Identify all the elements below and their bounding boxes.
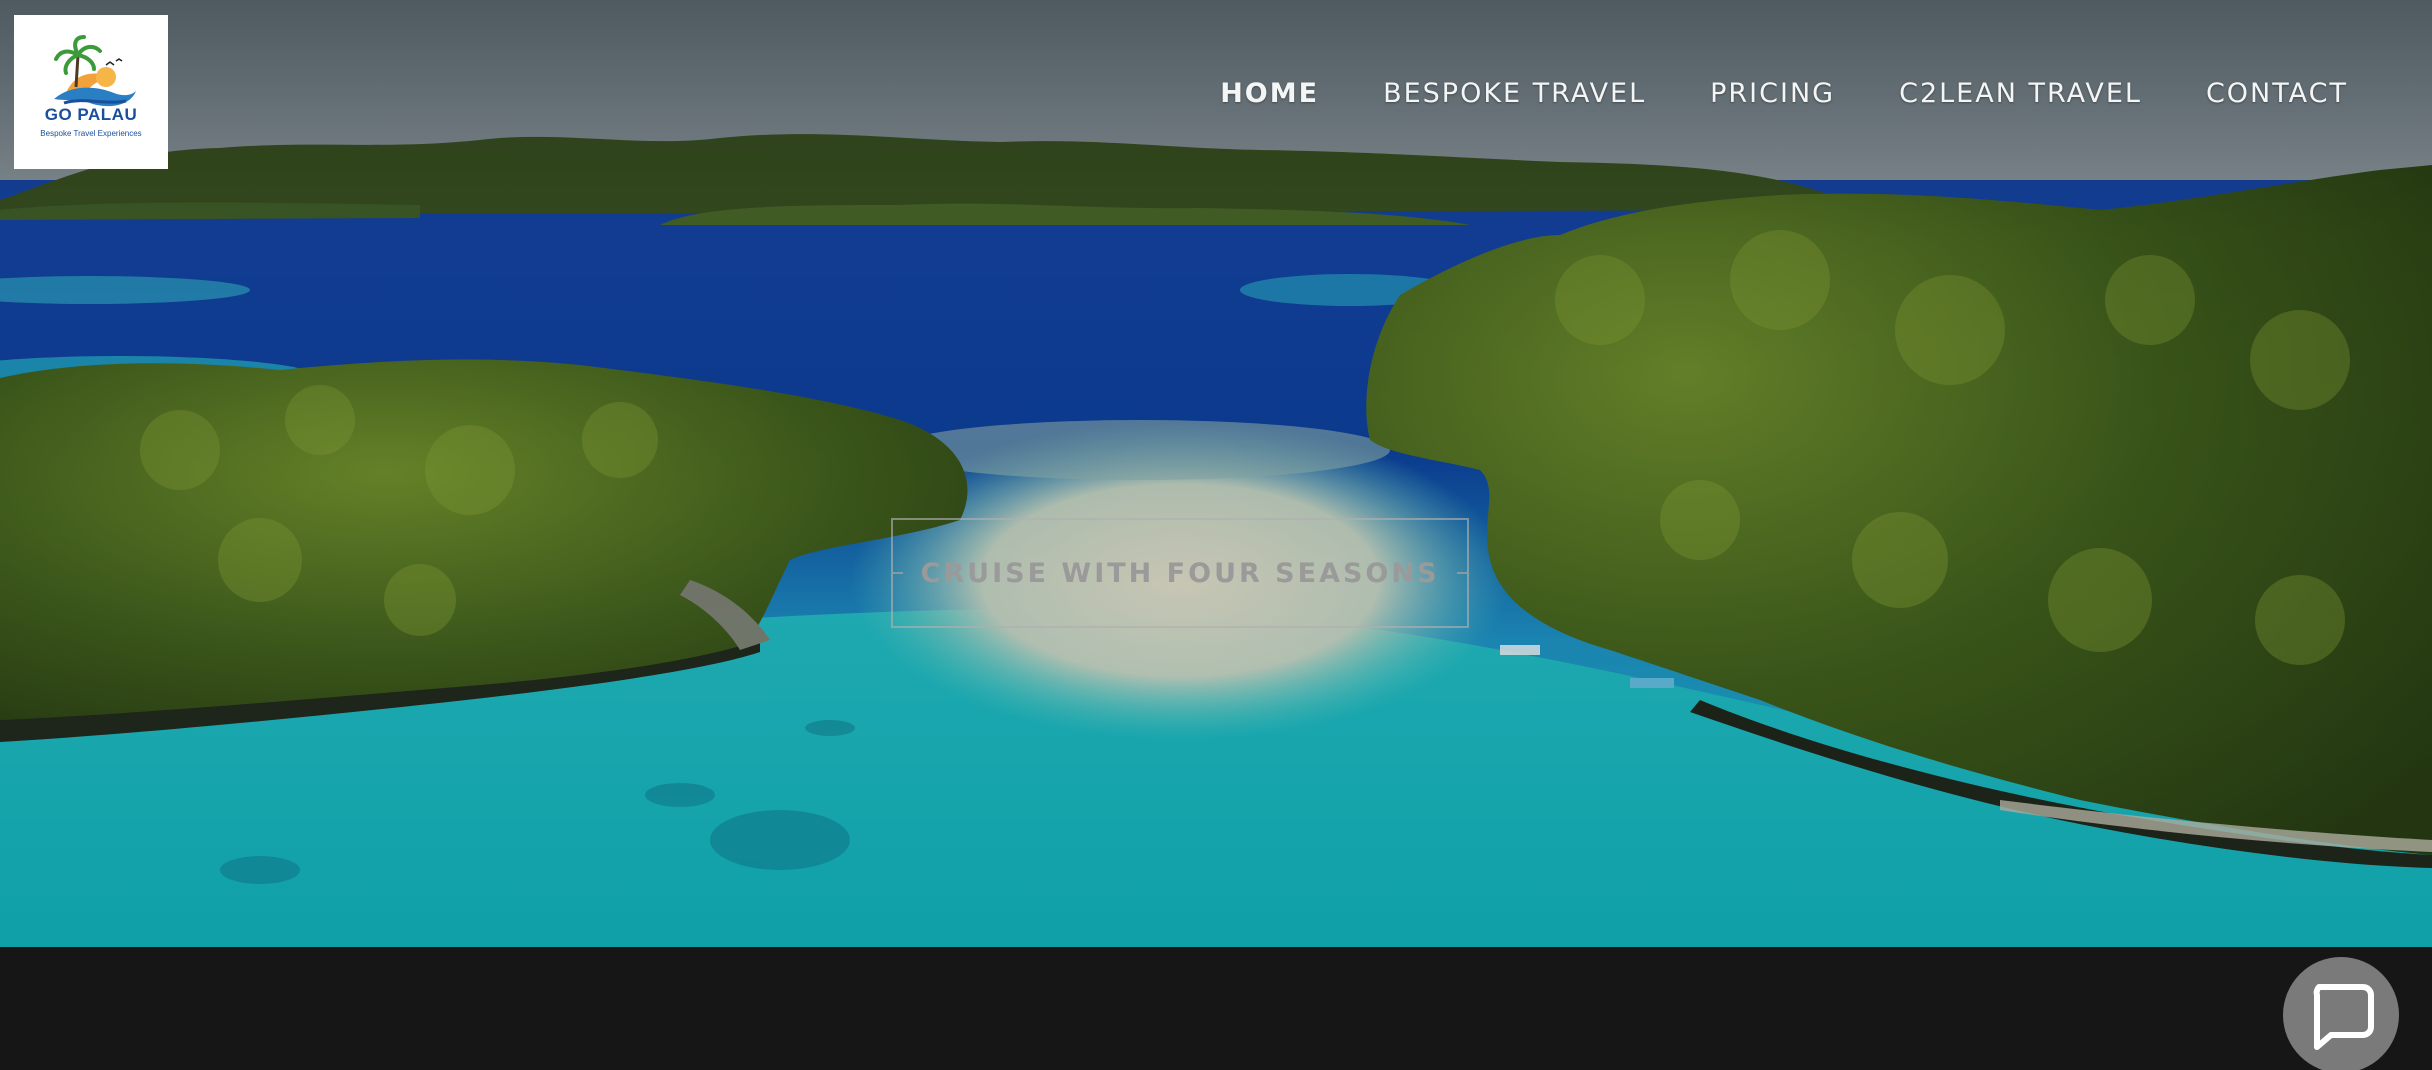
hero-cta-button[interactable]: CRUISE WITH FOUR SEASONS xyxy=(891,518,1469,628)
cta-label: CRUISE WITH FOUR SEASONS xyxy=(920,557,1440,589)
footer-band xyxy=(0,947,2432,1070)
nav-item-c2lean-travel[interactable]: C2LEAN TRAVEL xyxy=(1899,78,2142,109)
main-nav: HOME BESPOKE TRAVEL PRICING C2LEAN TRAVE… xyxy=(1220,78,2348,109)
cta-right-rule xyxy=(1457,572,1467,574)
hero-section: GO PALAU Bespoke Travel Experiences HOME… xyxy=(0,0,2432,947)
cta-left-rule xyxy=(893,572,903,574)
nav-item-bespoke-travel[interactable]: BESPOKE TRAVEL xyxy=(1383,78,1646,109)
chat-bubble-icon xyxy=(2313,984,2374,1050)
nav-item-home[interactable]: HOME xyxy=(1220,78,1319,109)
nav-item-pricing[interactable]: PRICING xyxy=(1710,78,1835,109)
logo[interactable]: GO PALAU Bespoke Travel Experiences xyxy=(14,15,168,169)
logo-tagline: Bespoke Travel Experiences xyxy=(40,129,142,138)
chat-button[interactable] xyxy=(2283,957,2399,1070)
page: GO PALAU Bespoke Travel Experiences HOME… xyxy=(0,0,2432,1070)
logo-graphic xyxy=(54,35,136,107)
logo-title: GO PALAU xyxy=(44,105,138,124)
nav-item-contact[interactable]: CONTACT xyxy=(2206,78,2348,109)
hero-background-image xyxy=(0,0,2432,947)
